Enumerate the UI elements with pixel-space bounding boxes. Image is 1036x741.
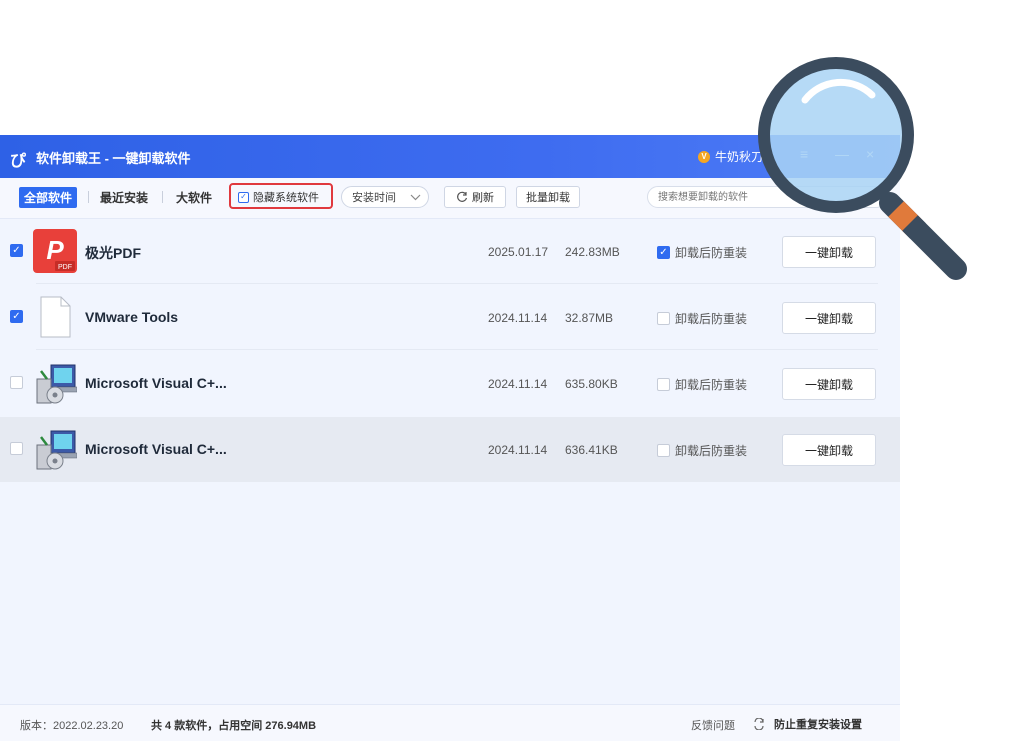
svg-text:P: P — [46, 235, 64, 265]
app-name: 极光PDF — [85, 245, 141, 261]
checkbox-icon — [657, 378, 670, 391]
divider — [88, 191, 89, 203]
tab-recent-install[interactable]: 最近安装 — [100, 189, 148, 206]
prevent-reinstall-label: 卸载后防重装 — [675, 378, 748, 392]
checkbox-icon: ✓ — [657, 246, 670, 259]
feedback-link[interactable]: 反馈问题 — [691, 717, 735, 733]
row-checkbox[interactable] — [10, 376, 23, 389]
app-size: 635.80KB — [565, 377, 618, 391]
batch-uninstall-button[interactable]: 批量卸载 — [516, 186, 580, 208]
install-date: 2025.01.17 — [488, 245, 549, 259]
uninstall-button[interactable]: 一键卸载 — [782, 368, 876, 400]
prevent-reinstall-settings[interactable]: 防止重复安装设置 — [752, 716, 862, 732]
checkbox-icon — [657, 312, 670, 325]
uninstall-button[interactable]: 一键卸载 — [782, 434, 876, 466]
divider — [36, 349, 878, 350]
magnifier-icon — [758, 57, 967, 280]
checkbox-icon: ✓ — [238, 191, 249, 203]
app-size: 32.87MB — [565, 311, 614, 325]
divider — [162, 191, 163, 203]
prevent-reinstall-label: 卸载后防重装 — [675, 312, 748, 326]
install-date: 2024.11.14 — [488, 311, 548, 325]
app-name: Microsoft Visual C+... — [85, 441, 227, 457]
app-logo-icon: ぴ — [10, 153, 27, 170]
list-item[interactable]: Microsoft Visual C+... 2024.11.14 635.80… — [0, 351, 900, 416]
prevent-reinstall-toggle[interactable]: 卸载后防重装 — [657, 310, 747, 327]
tab-all-software[interactable]: 全部软件 — [19, 187, 78, 208]
installer-icon — [36, 430, 77, 470]
chevron-down-icon — [410, 194, 421, 200]
app-size: 242.83MB — [565, 245, 620, 259]
refresh-icon — [457, 191, 468, 202]
row-checkbox[interactable] — [10, 442, 23, 455]
prevent-reinstall-toggle[interactable]: ✓ 卸载后防重装 — [657, 244, 747, 261]
refresh-label: 刷新 — [472, 192, 494, 204]
prevent-reinstall-label: 卸载后防重装 — [675, 246, 748, 260]
hide-system-toggle[interactable]: ✓ 隐藏系统软件 — [238, 189, 319, 205]
sort-label: 安装时间 — [352, 192, 396, 204]
list-item[interactable]: Microsoft Visual C+... 2024.11.14 636.41… — [0, 417, 900, 482]
tab-large-software[interactable]: 大软件 — [176, 189, 212, 206]
prevent-reinstall-toggle[interactable]: 卸载后防重装 — [657, 442, 747, 459]
app-name: Microsoft Visual C+... — [85, 375, 227, 391]
prevent-reinstall-label: 卸载后防重装 — [675, 444, 748, 458]
vip-icon: V — [698, 150, 710, 163]
toggle-icon — [754, 718, 764, 730]
prevent-reinstall-toggle[interactable]: 卸载后防重装 — [657, 376, 747, 393]
checkbox-icon — [657, 444, 670, 457]
row-checkbox[interactable]: ✓ — [10, 310, 23, 323]
summary-text: 共 4 款软件，占用空间 276.94MB — [151, 720, 317, 732]
app-name: VMware Tools — [85, 309, 179, 325]
app-size: 636.41KB — [565, 443, 618, 457]
install-date: 2024.11.14 — [488, 377, 548, 391]
window-title: 软件卸载王 - 一键卸载软件 — [36, 151, 191, 166]
hide-system-label: 隐藏系统软件 — [253, 192, 319, 204]
uninstall-button[interactable]: 一键卸载 — [782, 302, 876, 334]
refresh-button[interactable]: 刷新 — [444, 186, 506, 208]
sort-dropdown[interactable]: 安装时间 — [341, 186, 429, 208]
svg-text:PDF: PDF — [58, 264, 72, 271]
installer-icon — [36, 364, 77, 404]
row-checkbox[interactable]: ✓ — [10, 244, 23, 257]
status-bar: 版本：2022.02.23.20 共 4 款软件，占用空间 276.94MB 反… — [0, 704, 900, 741]
install-date: 2024.11.14 — [488, 443, 548, 457]
pdf-app-icon: P PDF — [33, 229, 77, 273]
batch-uninstall-label: 批量卸载 — [526, 192, 570, 204]
prevent-reinstall-settings-label: 防止重复安装设置 — [774, 719, 862, 731]
version-text: 版本：2022.02.23.20 — [20, 720, 124, 732]
blank-file-icon — [40, 296, 71, 338]
